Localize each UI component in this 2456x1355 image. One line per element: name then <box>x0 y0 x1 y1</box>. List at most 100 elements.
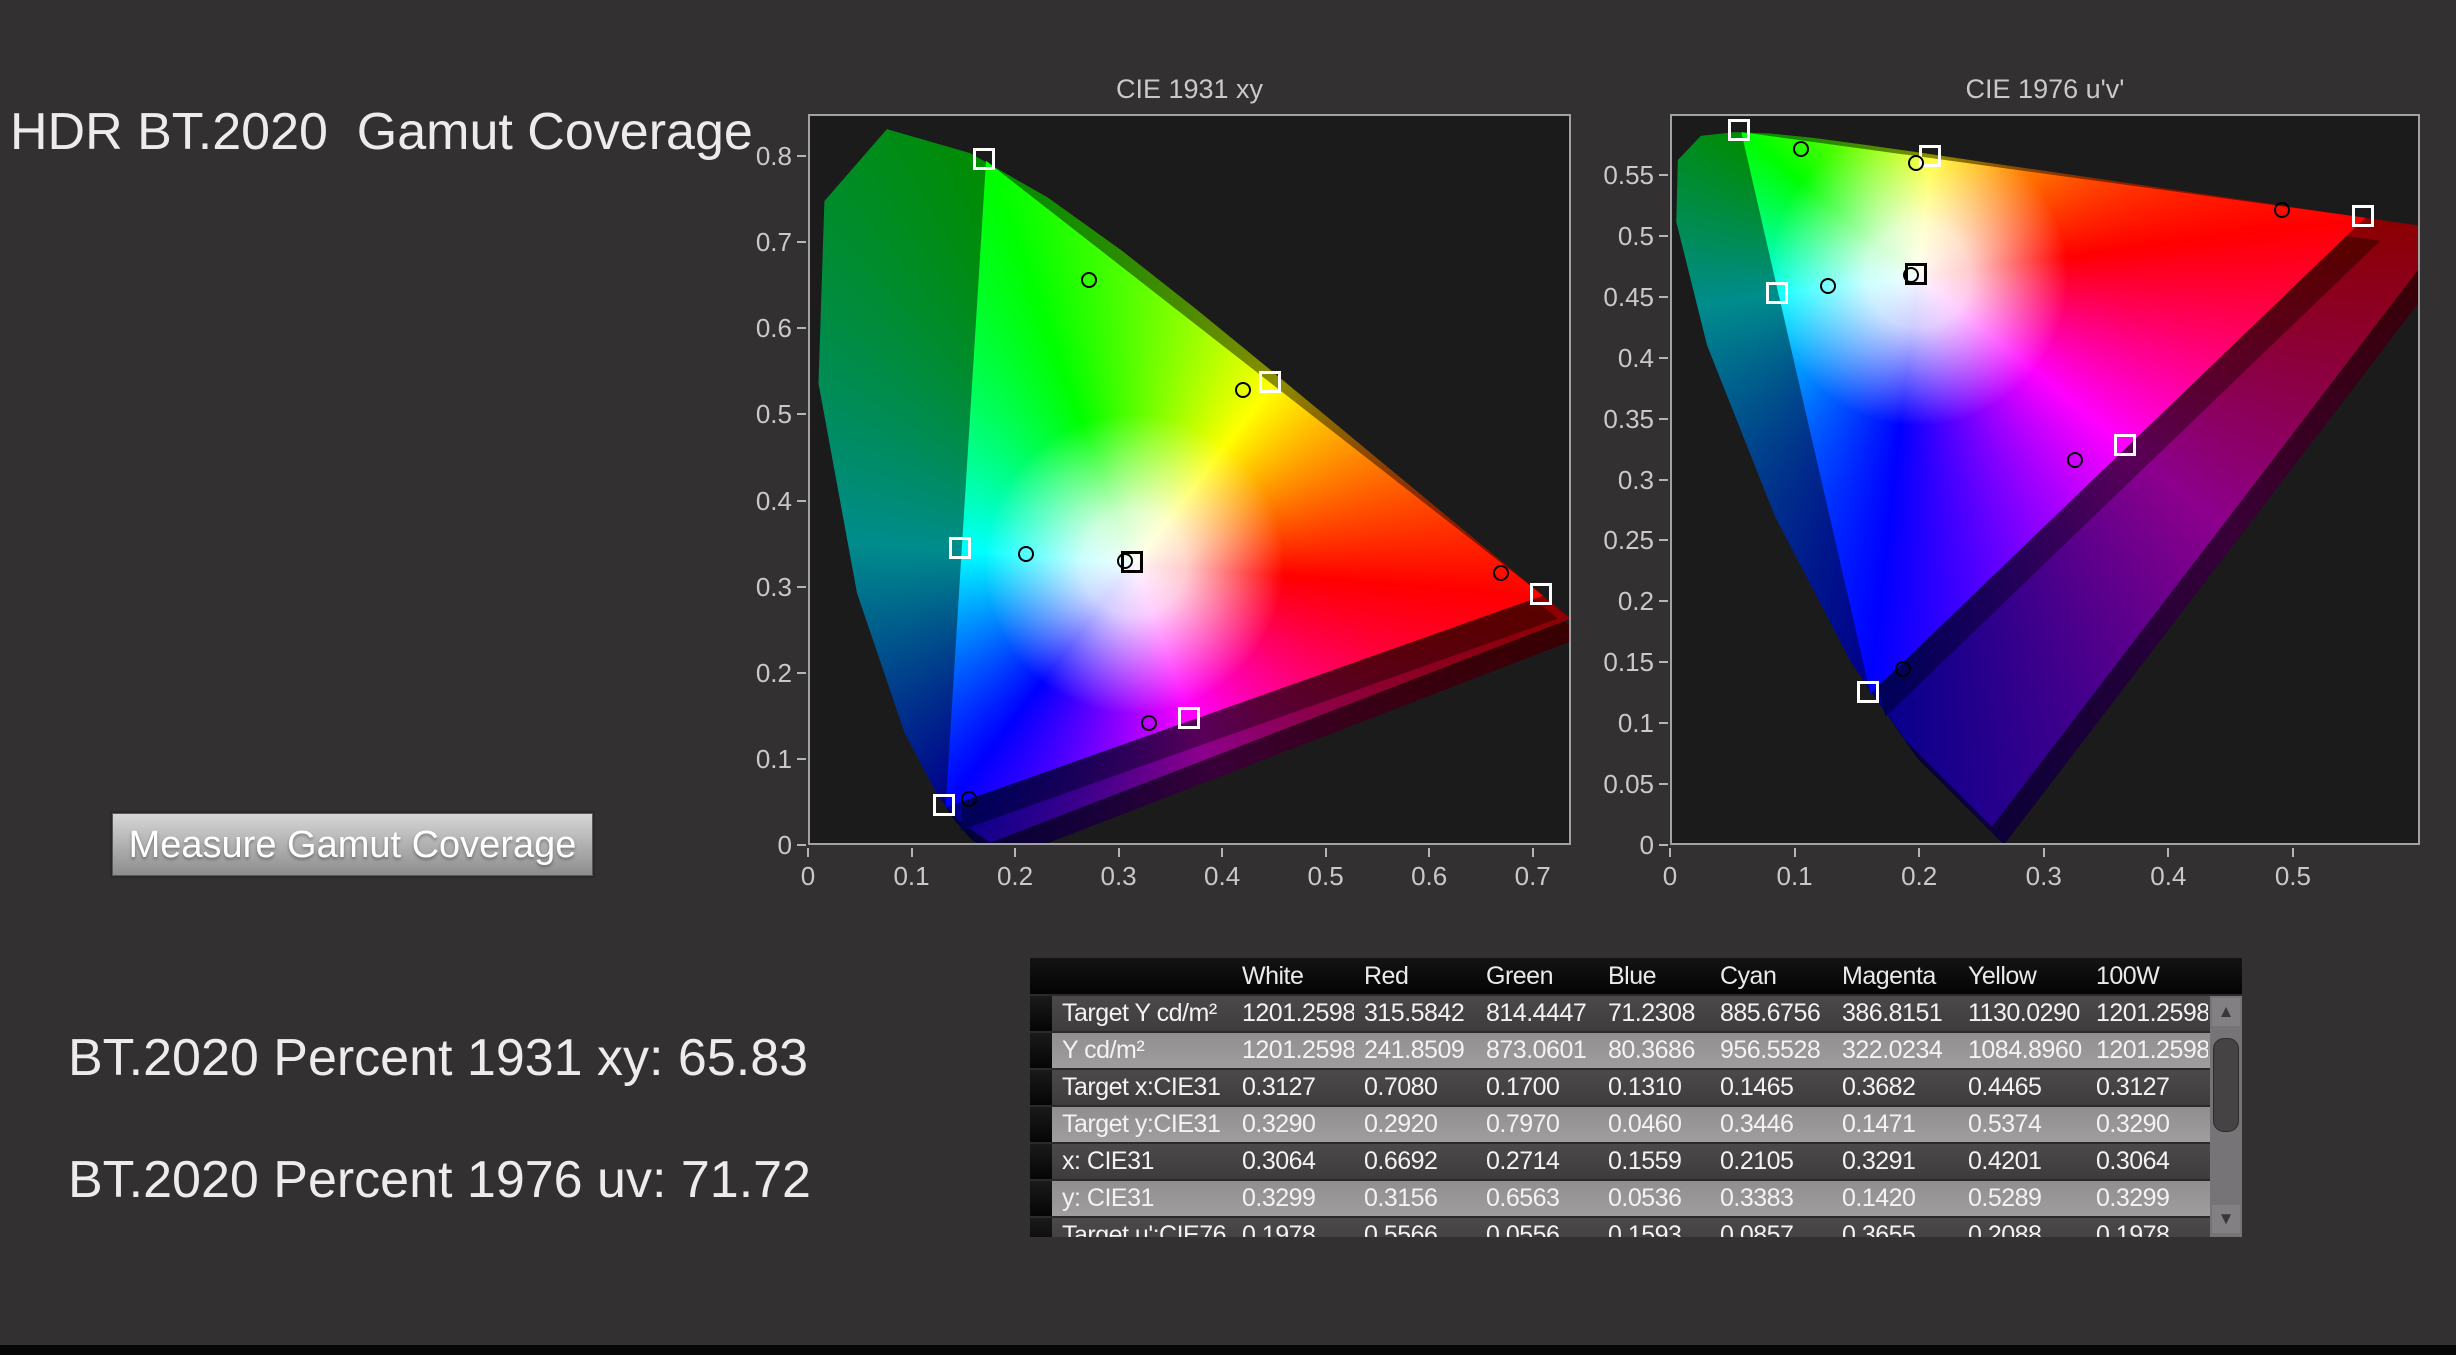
table-cell: 315.5842 <box>1364 999 1465 1027</box>
table-row-stub <box>1030 1181 1052 1216</box>
table-cell: 0.3291 <box>1842 1147 1916 1175</box>
target-marker-cyan <box>949 537 971 559</box>
table-header-row: White Red Green Blue Cyan Magenta Yellow 100W <box>1030 958 2242 996</box>
table-scrollbar[interactable]: ▲ ▼ <box>2210 996 2242 1237</box>
x-axis-tick <box>1918 848 1921 857</box>
table-cell: 0.5566 <box>1364 1221 1438 1237</box>
target-marker-magenta <box>2114 434 2136 456</box>
table-header-magenta: Magenta <box>1842 962 1936 990</box>
table-header-label-stub <box>1052 958 1232 994</box>
cie-1931-plot-area <box>808 114 1571 845</box>
table-row-stub <box>1030 1070 1052 1105</box>
table-row-label: Y cd/m² <box>1062 1036 1145 1064</box>
x-axis-tick <box>1669 848 1671 857</box>
y-axis-tick-label: 0 <box>1639 830 1654 860</box>
table-cell: 0.2088 <box>1968 1221 2042 1237</box>
cie-1931-chart-title: CIE 1931 xy <box>1115 74 1264 104</box>
x-axis-tick <box>1014 848 1017 857</box>
measured-marker-yellow <box>1235 382 1251 398</box>
table-row-stub <box>1030 1107 1052 1142</box>
measured-marker-magenta <box>1141 715 1157 731</box>
y-axis-tick <box>1659 844 1668 846</box>
table-row[interactable]: Target u':CIE76 0.1978 0.5566 0.0556 0.1593 0… <box>1030 1218 2242 1237</box>
y-axis-tick <box>797 671 806 674</box>
x-axis-tick <box>1324 848 1327 857</box>
table-cell: 0.3299 <box>2096 1184 2170 1212</box>
table-cell: 0.0556 <box>1486 1221 1560 1237</box>
scrollbar-thumb[interactable] <box>2213 1038 2239 1132</box>
y-axis-tick-label: 0.6 <box>755 313 792 344</box>
table-cell: 0.1310 <box>1608 1073 1682 1101</box>
target-marker-cyan <box>1766 282 1788 304</box>
measurement-table: White Red Green Blue Cyan Magenta Yellow 100W Ta… <box>1030 958 2242 1237</box>
table-cell: 0.3655 <box>1842 1221 1916 1237</box>
table-row[interactable]: x: CIE31 0.3064 0.6692 0.2714 0.1559 0.2105 0.… <box>1030 1144 2242 1181</box>
x-axis-tick <box>1531 848 1534 857</box>
y-axis-tick-label: 0 <box>777 830 792 860</box>
y-axis-tick <box>797 241 806 244</box>
table-row[interactable]: Y cd/m² 1201.2598 241.8509 873.0601 80.3686 9… <box>1030 1033 2242 1070</box>
measured-marker-green <box>1793 141 1809 157</box>
table-cell: 0.0857 <box>1720 1221 1794 1237</box>
y-axis-tick-label: 0.4 <box>1617 342 1654 373</box>
y-axis-tick-label: 0.2 <box>1617 586 1654 617</box>
cie-1976-plot-area <box>1670 114 2420 845</box>
x-axis-tick <box>2042 848 2045 857</box>
y-axis-tick-label: 0.3 <box>1617 464 1654 495</box>
table-row-label: Target y:CIE31 <box>1062 1110 1221 1138</box>
table-row-label: Target x:CIE31 <box>1062 1073 1221 1101</box>
table-cell: 0.1559 <box>1608 1147 1682 1175</box>
table-row-label: Target u':CIE76 <box>1062 1221 1227 1237</box>
table-cell: 0.2714 <box>1486 1147 1560 1175</box>
table-row[interactable]: Target y:CIE31 0.3290 0.2920 0.7970 0.0460 0.… <box>1030 1107 2242 1144</box>
table-cell: 0.3446 <box>1720 1110 1794 1138</box>
x-axis-tick-label: 0.1 <box>893 861 930 891</box>
y-axis-tick-label: 0.8 <box>755 141 792 172</box>
table-header-cyan: Cyan <box>1720 962 1777 990</box>
table-cell: 0.1420 <box>1842 1184 1916 1212</box>
table-cell: 0.4465 <box>1968 1073 2042 1101</box>
table-cell: 386.8151 <box>1842 999 1943 1027</box>
table-header-100w: 100W <box>2096 962 2160 990</box>
y-axis-tick <box>1659 783 1668 786</box>
x-axis-tick-label: 0.5 <box>2274 861 2311 891</box>
x-axis-tick <box>2291 848 2294 857</box>
measured-marker-cyan <box>1018 546 1034 562</box>
table-row[interactable]: Target x:CIE31 0.3127 0.7080 0.1700 0.1310 0.… <box>1030 1070 2242 1107</box>
table-cell: 956.5528 <box>1720 1036 1821 1064</box>
y-axis-tick <box>797 327 806 330</box>
y-axis-tick <box>1659 417 1668 420</box>
table-cell: 0.1471 <box>1842 1110 1916 1138</box>
y-axis-tick-label: 0.1 <box>755 743 792 774</box>
table-row-stub <box>1030 1144 1052 1179</box>
y-axis-tick <box>797 413 806 416</box>
x-axis-tick <box>1117 848 1120 857</box>
x-axis-tick-label: 0.4 <box>2150 861 2187 891</box>
table-header-yellow: Yellow <box>1968 962 2037 990</box>
x-axis-tick <box>910 848 913 857</box>
target-marker-blue <box>1857 681 1879 703</box>
table-row[interactable]: y: CIE31 0.3299 0.3156 0.6563 0.0536 0.3383 0.… <box>1030 1181 2242 1218</box>
table-cell: 1130.0290 <box>1968 999 2080 1027</box>
target-marker-green <box>1728 119 1750 141</box>
table-cell: 71.2308 <box>1608 999 1695 1027</box>
table-cell: 0.3383 <box>1720 1184 1794 1212</box>
x-axis-tick-label: 0 <box>800 861 816 891</box>
table-row[interactable]: Target Y cd/m² 1201.2598 315.5842 814.4447 7… <box>1030 996 2242 1033</box>
cie-1931-chart: CIE 1931 xy 0 0.1 0.2 0.3 0.4 0.5 0.6 0.7 0 0.1 0.… <box>756 74 1571 891</box>
table-header-green: Green <box>1486 962 1553 990</box>
table-cell: 0.6692 <box>1364 1147 1438 1175</box>
y-axis-tick-label: 0.2 <box>755 657 792 688</box>
y-axis-tick-label: 0.3 <box>755 571 792 602</box>
x-axis-tick-label: 0.3 <box>2025 861 2062 891</box>
table-cell: 1201.2598 <box>2096 1036 2208 1064</box>
y-axis-tick <box>797 155 806 158</box>
table-cell: 0.3127 <box>2096 1073 2170 1101</box>
measure-gamut-coverage-button[interactable]: Measure Gamut Coverage <box>112 813 593 876</box>
y-axis-tick-label: 0.5 <box>1617 220 1654 251</box>
y-axis-tick <box>797 585 806 588</box>
scrollbar-down-icon[interactable]: ▼ <box>2212 1205 2240 1233</box>
cie-1976-chart-title: CIE 1976 u'v' <box>1965 74 2125 104</box>
scrollbar-up-icon[interactable]: ▲ <box>2212 998 2240 1026</box>
x-axis-tick <box>1793 848 1796 857</box>
